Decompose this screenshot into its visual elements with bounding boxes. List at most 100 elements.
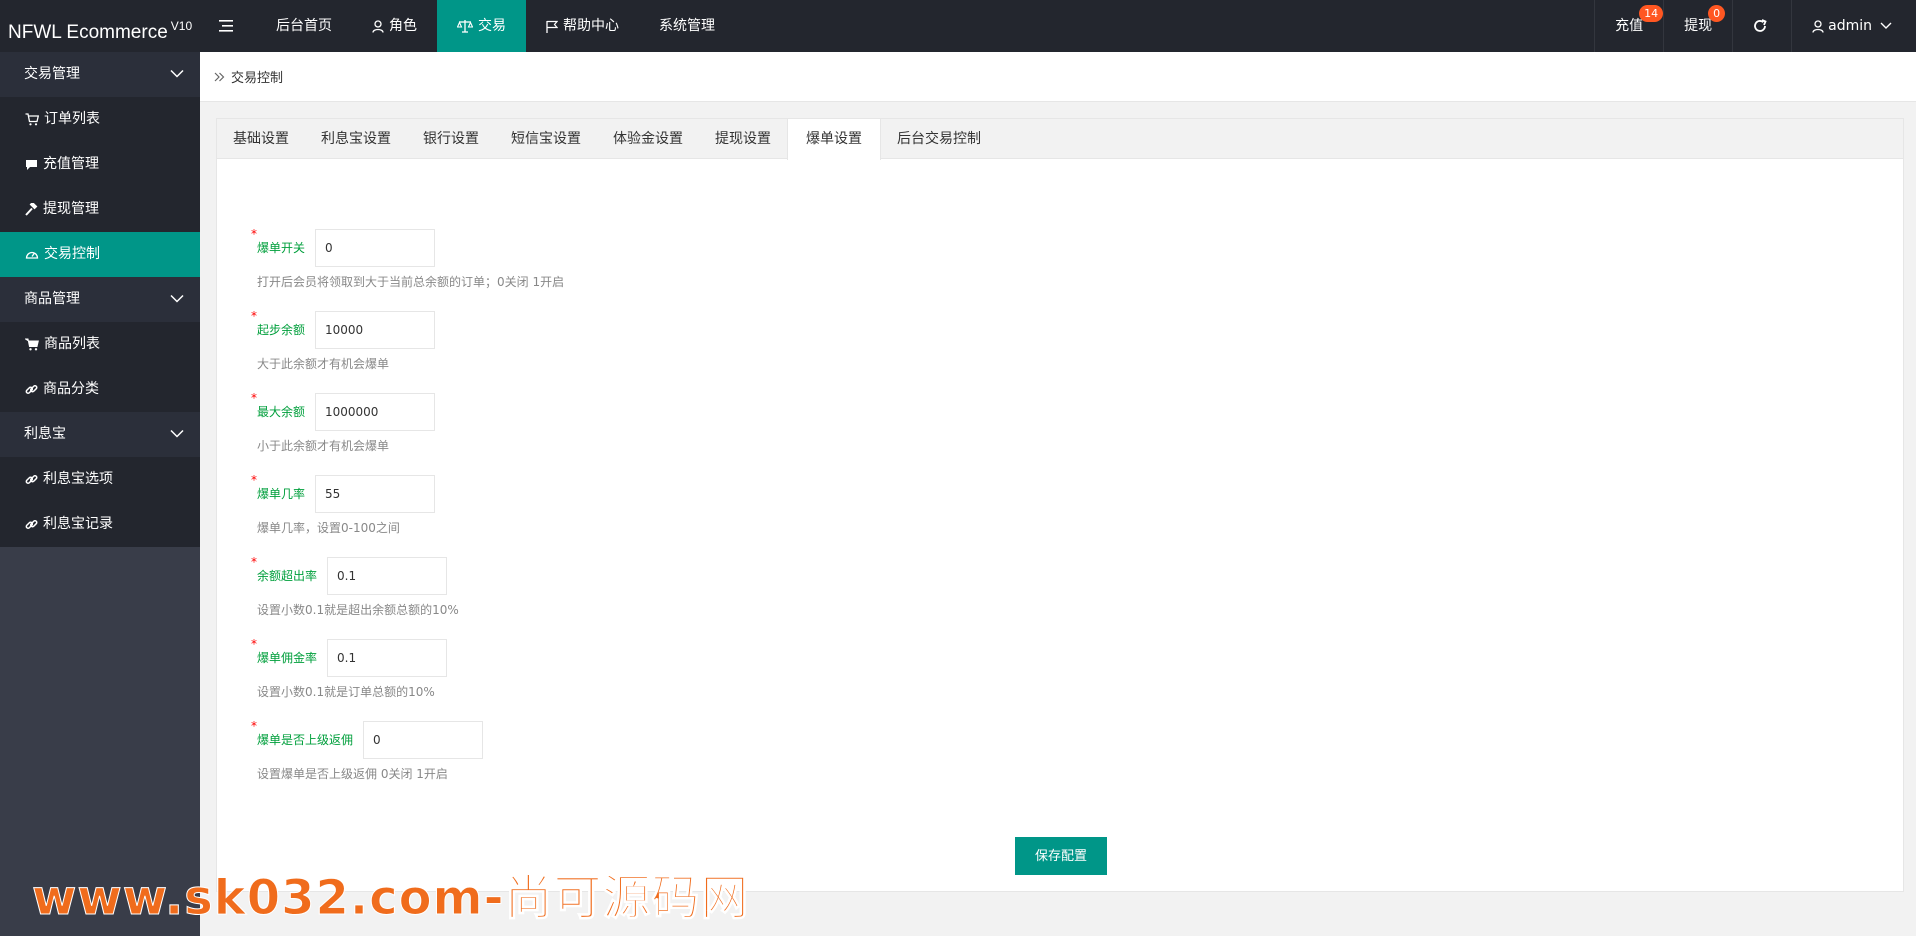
field-label: 爆单佣金率 xyxy=(257,651,318,665)
start-balance-input[interactable] xyxy=(315,311,435,349)
sidebar-group-goods[interactable]: 商品管理 xyxy=(0,277,200,322)
sidebar-item-label: 订单列表 xyxy=(44,111,100,127)
sidebar: 交易管理 订单列表 充值管理 提现管理 交易控制 商品管理 商品列表 商品分类 … xyxy=(0,52,200,936)
nav-item-role[interactable]: 角色 xyxy=(352,0,437,52)
field-hint: 设置小数0.1就是超出余额总额的10% xyxy=(257,603,459,617)
sidebar-item-goods-list[interactable]: 商品列表 xyxy=(0,322,200,367)
cart-icon xyxy=(25,113,39,126)
balance-excess-rate-input[interactable] xyxy=(327,557,447,595)
link-icon xyxy=(25,519,38,529)
nav-item-label: 后台首页 xyxy=(276,18,332,34)
save-config-button[interactable]: 保存配置 xyxy=(1015,837,1107,875)
chat-icon xyxy=(26,159,37,170)
logo-version: V10 xyxy=(170,19,193,33)
field-hint: 设置小数0.1就是订单总额的10% xyxy=(257,685,435,699)
breadcrumb: 交易控制 xyxy=(200,52,1916,102)
withdraw-button[interactable]: 提现 0 xyxy=(1663,0,1732,52)
user-icon xyxy=(1812,19,1824,33)
field-label: 最大余额 xyxy=(257,405,306,419)
field-label: 爆单几率 xyxy=(257,487,306,501)
chevron-down-icon xyxy=(170,429,184,438)
recharge-badge: 14 xyxy=(1639,5,1664,22)
withdraw-badge: 0 xyxy=(1708,5,1726,22)
field-label: 爆单开关 xyxy=(257,241,306,255)
logo[interactable]: NFWL Ecommerce V10 xyxy=(0,0,200,52)
field-label: 余额超出率 xyxy=(257,569,318,583)
burst-commission-rate-input[interactable] xyxy=(327,639,447,677)
user-name: admin xyxy=(1828,18,1872,34)
menu-toggle-button[interactable] xyxy=(200,0,256,52)
refresh-icon xyxy=(1754,19,1767,32)
sidebar-item-withdraw[interactable]: 提现管理 xyxy=(0,187,200,232)
double-chevron-right-icon xyxy=(214,72,225,81)
sidebar-item-label: 商品列表 xyxy=(44,336,100,352)
sidebar-item-label: 利息宝选项 xyxy=(43,471,113,487)
watermark-text: www.sk032.com-尚可源码网 xyxy=(32,870,750,927)
breadcrumb-current: 交易控制 xyxy=(231,71,284,86)
tab-burst-order[interactable]: 爆单设置 xyxy=(787,119,881,160)
user-menu[interactable]: admin xyxy=(1791,0,1916,52)
hammer-icon xyxy=(25,203,38,216)
chevron-down-icon xyxy=(170,294,184,303)
recharge-button[interactable]: 充值 14 xyxy=(1594,0,1664,52)
field-label: 起步余额 xyxy=(257,323,306,337)
link-icon xyxy=(25,474,38,484)
tab-interest[interactable]: 利息宝设置 xyxy=(305,119,407,159)
cart-icon xyxy=(25,338,39,351)
tab-basic[interactable]: 基础设置 xyxy=(217,119,305,159)
tab-bank[interactable]: 银行设置 xyxy=(407,119,495,159)
burst-switch-input[interactable] xyxy=(315,229,435,267)
max-balance-input[interactable] xyxy=(315,393,435,431)
sidebar-item-orders[interactable]: 订单列表 xyxy=(0,97,200,142)
field-label: 爆单是否上级返佣 xyxy=(257,733,354,747)
refresh-button[interactable] xyxy=(1732,0,1791,52)
sidebar-item-label: 交易控制 xyxy=(44,246,100,262)
nav-item-help[interactable]: 帮助中心 xyxy=(526,0,639,52)
dashboard-icon xyxy=(25,251,39,259)
top-nav: 后台首页 角色 交易 帮助中心 系统管理 xyxy=(200,0,735,52)
tab-admin-trade-control[interactable]: 后台交易控制 xyxy=(881,119,997,159)
sidebar-group-trade[interactable]: 交易管理 xyxy=(0,52,200,97)
field-hint: 大于此余额才有机会爆单 xyxy=(257,357,390,371)
tab-trial-fund[interactable]: 体验金设置 xyxy=(597,119,699,159)
nav-item-system[interactable]: 系统管理 xyxy=(639,0,735,52)
field-hint: 小于此余额才有机会爆单 xyxy=(257,439,390,453)
nav-item-label: 角色 xyxy=(389,18,417,34)
burst-probability-input[interactable] xyxy=(315,475,435,513)
sidebar-item-recharge[interactable]: 充值管理 xyxy=(0,142,200,187)
parent-rebate-input[interactable] xyxy=(363,721,483,759)
sidebar-item-interest-options[interactable]: 利息宝选项 xyxy=(0,457,200,502)
field-hint: 设置爆单是否上级返佣 0关闭 1开启 xyxy=(257,767,448,781)
field-hint: 打开后会员将领取到大于当前总余额的订单；0关闭 1开启 xyxy=(257,275,565,289)
nav-item-home[interactable]: 后台首页 xyxy=(256,0,352,52)
nav-item-label: 帮助中心 xyxy=(563,18,619,34)
nav-item-trade[interactable]: 交易 xyxy=(437,0,526,52)
settings-card: 基础设置 利息宝设置 银行设置 短信宝设置 体验金设置 提现设置 爆单设置 后台… xyxy=(216,118,1904,892)
tab-sms[interactable]: 短信宝设置 xyxy=(495,119,597,159)
sidebar-item-goods-category[interactable]: 商品分类 xyxy=(0,367,200,412)
scale-icon xyxy=(457,20,473,33)
sidebar-item-label: 利息宝记录 xyxy=(43,516,113,532)
sidebar-group-label: 商品管理 xyxy=(24,291,80,307)
link-icon xyxy=(25,384,38,394)
chevron-down-icon xyxy=(1880,22,1892,29)
sidebar-item-label: 充值管理 xyxy=(43,156,99,172)
nav-item-label: 交易 xyxy=(478,18,506,34)
flag-icon xyxy=(546,20,558,33)
user-icon xyxy=(372,19,384,33)
field-hint: 爆单几率，设置0-100之间 xyxy=(257,521,400,535)
logo-text: NFWL Ecommerce xyxy=(8,22,168,43)
sidebar-item-trade-control[interactable]: 交易控制 xyxy=(0,232,200,277)
withdraw-label: 提现 xyxy=(1684,18,1713,34)
chevron-down-icon xyxy=(170,69,184,78)
recharge-label: 充值 xyxy=(1615,18,1644,34)
tab-withdraw[interactable]: 提现设置 xyxy=(699,119,787,159)
menu-toggle-icon xyxy=(218,20,233,32)
sidebar-item-label: 提现管理 xyxy=(43,201,99,217)
settings-tabs: 基础设置 利息宝设置 银行设置 短信宝设置 体验金设置 提现设置 爆单设置 后台… xyxy=(217,119,1903,160)
sidebar-item-interest-records[interactable]: 利息宝记录 xyxy=(0,502,200,547)
sidebar-group-label: 交易管理 xyxy=(24,66,80,82)
sidebar-group-interest[interactable]: 利息宝 xyxy=(0,412,200,457)
nav-item-label: 系统管理 xyxy=(659,18,715,34)
sidebar-item-label: 商品分类 xyxy=(43,381,99,397)
